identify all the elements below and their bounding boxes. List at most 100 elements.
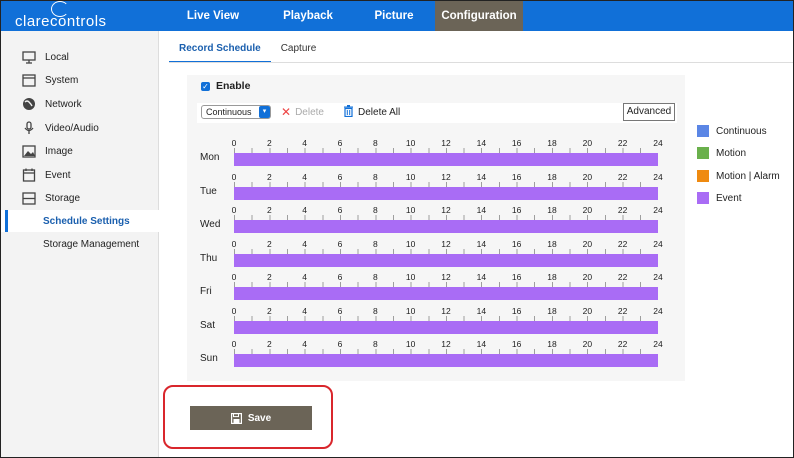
hour-tick-label: 4 [302,171,308,182]
sidebar-item-local[interactable]: Local [1,46,159,68]
sidebar-item-image[interactable]: Image [1,140,159,162]
schedule-bar-wed[interactable] [234,215,658,233]
hour-tick-label: 8 [372,205,378,215]
save-button[interactable]: Save [190,406,312,430]
legend-swatch [697,192,709,204]
sub-tabs: Record Schedule Capture [169,41,326,63]
sidebar-item-video-audio[interactable]: Video/Audio [1,117,159,139]
hour-tick-label: 24 [653,171,663,182]
legend-label: Event [716,192,742,204]
tab-capture[interactable]: Capture [271,41,327,63]
hour-tick-label: 20 [582,205,593,215]
sidebar-item-schedule-settings[interactable]: Schedule Settings [1,210,159,232]
nav-tab-configuration[interactable]: Configuration [435,1,523,31]
sidebar-item-label: Storage Management [43,238,140,250]
schedule-bar-tue[interactable] [234,181,658,200]
hour-tick-label: 12 [441,339,451,349]
nav-tab-picture[interactable]: Picture [353,1,435,31]
hour-tick-label: 4 [302,272,308,282]
tab-divider [169,62,793,63]
hour-tick-label: 22 [617,305,628,316]
hour-tick-label: 4 [302,238,308,249]
hour-tick-label: 24 [653,238,663,249]
hour-tick-label: 8 [372,171,378,182]
sidebar-item-system[interactable]: System [1,69,159,91]
hour-ticks: 0 2 4 6 8 10 12 14 16 18 20 22 24 [232,138,663,148]
sidebar-item-storage[interactable]: Storage [1,187,159,209]
schedule-bar-thu[interactable] [234,248,658,267]
legend-label: Motion | Alarm [716,170,780,182]
floppy-disk-icon [230,412,242,424]
legend-item-motion: Motion [697,147,793,159]
delete-all-button[interactable]: Delete All [343,104,400,119]
hour-tick-label: 16 [511,339,522,349]
hour-tick-label: 0 [231,205,237,215]
delete-button[interactable]: ✕ Delete [281,105,324,119]
hour-tick-label: 12 [441,171,451,182]
hour-tick-label: 6 [337,138,343,148]
hour-tick-label: 14 [476,339,487,349]
hour-tick-label: 4 [302,138,308,148]
hour-tick-label: 6 [337,171,343,182]
hour-tick-label: 14 [476,272,487,282]
system-window-icon [22,73,36,87]
day-label: Tue [200,185,217,197]
save-label: Save [247,412,272,424]
record-type-value: Continuous [206,107,252,117]
legend-label: Continuous [716,125,767,137]
hour-tick-label: 24 [653,138,663,148]
day-label: Sun [200,353,218,364]
sidebar-item-event[interactable]: Event [1,164,159,186]
hour-tick-label: 18 [547,171,557,182]
day-label: Mon [200,152,220,163]
hour-tick-label: 22 [617,138,628,148]
hour-ticks: 0 2 4 6 8 10 12 14 16 18 20 22 24 [231,171,663,182]
sidebar-item-network[interactable]: Network [1,93,159,115]
hour-tick-label: 22 [617,171,628,182]
sidebar-item-label: Local [45,51,69,63]
hour-tick-label: 24 [653,305,663,316]
hour-ticks: 0 2 4 6 8 10 12 14 16 18 20 22 24 [232,272,663,282]
hour-tick-label: 10 [405,272,416,282]
microphone-icon [22,121,36,135]
nav-tab-playback[interactable]: Playback [263,1,353,31]
hour-tick-label: 2 [266,171,272,182]
schedule-bar-sun[interactable] [234,349,658,367]
hour-tick-label: 18 [547,339,557,349]
globe-icon [22,97,36,111]
hour-tick-label: 12 [441,272,451,282]
sidebar-item-storage-management[interactable]: Storage Management [1,233,159,255]
calendar-icon [22,168,36,182]
record-type-select[interactable]: Continuous ▾ [201,105,271,119]
hour-tick-label: 2 [266,272,272,282]
advanced-button[interactable]: Advanced [623,103,675,121]
hour-tick-label: 0 [231,339,237,349]
logo-text: clarecontrols [15,13,107,30]
hour-tick-label: 22 [617,205,628,215]
hour-tick-label: 20 [582,339,593,349]
tab-record-schedule[interactable]: Record Schedule [169,41,271,63]
hour-tick-label: 6 [337,339,343,349]
hour-tick-label: 14 [476,171,487,182]
hour-tick-label: 0 [231,171,237,182]
hour-tick-label: 24 [653,339,663,349]
hour-tick-label: 2 [266,305,272,316]
enable-checkbox[interactable]: ✓ [201,81,210,91]
hour-tick-label: 14 [476,138,487,148]
hour-tick-label: 4 [302,339,308,349]
hour-tick-label: 16 [511,205,522,215]
hour-tick-label: 24 [653,205,663,215]
hour-tick-label: 16 [511,305,522,316]
storage-icon [22,191,36,205]
hour-tick-label: 14 [476,238,487,249]
nav-tab-live-view[interactable]: Live View [163,1,263,31]
schedule-bar-fri[interactable] [234,282,658,300]
enable-label: Enable [216,80,251,92]
hour-tick-label: 0 [231,238,237,249]
legend-swatch [697,147,709,159]
hour-tick-label: 22 [617,339,628,349]
sidebar: Local System Network Video/Audio Image E… [1,31,159,457]
schedule-bar-sat[interactable] [234,315,658,334]
schedule-bar-mon[interactable] [234,148,658,166]
hour-tick-label: 10 [405,171,416,182]
